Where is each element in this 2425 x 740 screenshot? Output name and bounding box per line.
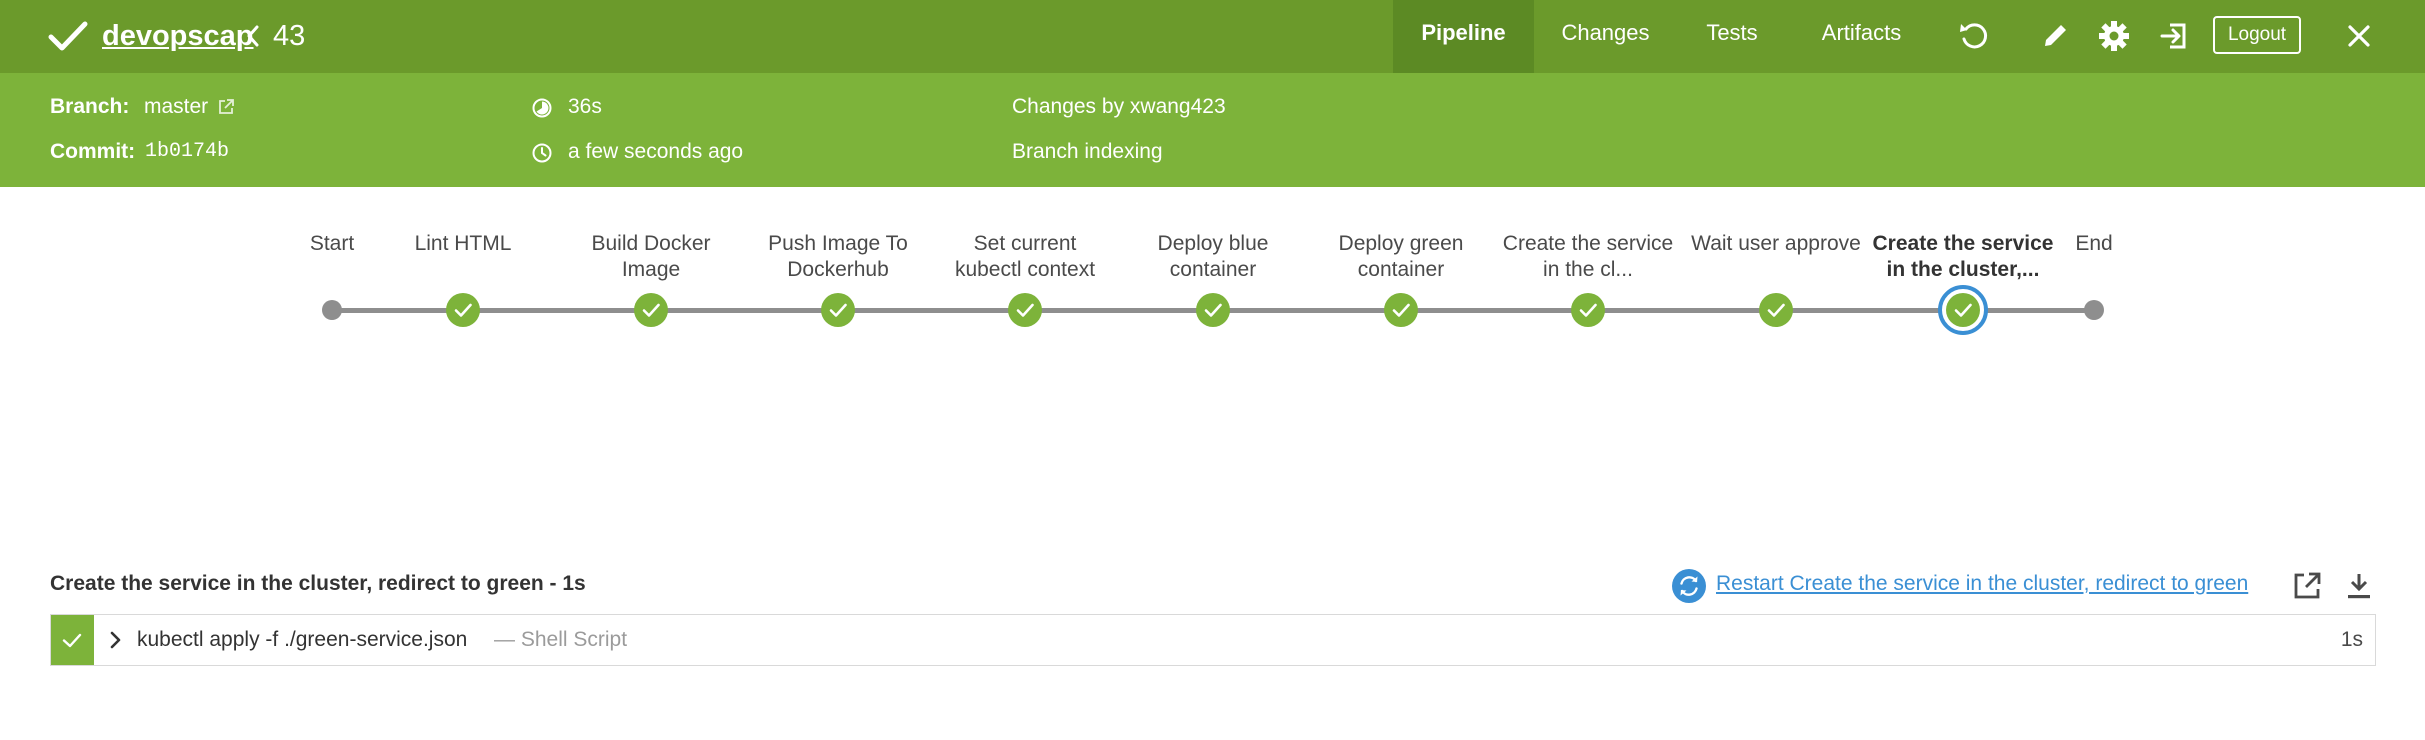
edit-icon[interactable] xyxy=(2037,18,2073,54)
run-cause: Branch indexing xyxy=(1012,140,1163,163)
stage-node-set-kubectl-context[interactable] xyxy=(1007,292,1043,328)
stage-node-start xyxy=(322,300,342,320)
log-step-command: kubectl apply -f ./green-service.json xyxy=(137,628,468,651)
stage-label-lint-html[interactable]: Lint HTML xyxy=(368,231,558,257)
log-step-type: — Shell Script xyxy=(494,628,628,651)
tab-pipeline[interactable]: Pipeline xyxy=(1393,0,1534,73)
check-icon xyxy=(62,633,82,648)
tab-artifacts[interactable]: Artifacts xyxy=(1808,0,1915,73)
log-step-status xyxy=(51,615,94,665)
branch-value[interactable]: master xyxy=(144,93,208,121)
stage-node-push-image[interactable] xyxy=(820,292,856,328)
changes-by: Changes by xwang423 xyxy=(1012,95,1226,118)
stage-label-create-service-1[interactable]: Create the service in the cl... xyxy=(1493,231,1683,283)
stage-node-create-service-2-selected[interactable] xyxy=(1938,285,1988,335)
stage-label-end: End xyxy=(2075,232,2113,255)
commit-label: Commit: xyxy=(50,140,136,163)
stage-label-deploy-green[interactable]: Deploy green container xyxy=(1306,231,1496,283)
open-external-icon[interactable] xyxy=(2291,570,2323,602)
commit-value[interactable]: 1b0174b xyxy=(145,138,229,166)
restart-icon[interactable] xyxy=(1671,568,1707,604)
run-info-bar: Branch: master Commit: 1b0174b 36s a few… xyxy=(0,73,2425,187)
close-icon[interactable] xyxy=(2341,18,2377,54)
chevron-right-icon[interactable] xyxy=(107,630,125,650)
check-icon xyxy=(48,21,88,51)
exit-classic-icon[interactable] xyxy=(2156,18,2192,54)
top-bar: devopscap 43 Pipeline Changes Tests Arti… xyxy=(0,0,2425,73)
clock-icon xyxy=(532,143,552,163)
log-step-duration: 1s xyxy=(2340,628,2363,651)
gear-icon[interactable] xyxy=(2096,18,2132,54)
restart-stage-link[interactable]: Restart Create the service in the cluste… xyxy=(1716,570,2248,598)
duration-icon xyxy=(532,98,552,118)
stage-node-end xyxy=(2084,300,2104,320)
external-link-icon[interactable] xyxy=(216,97,236,117)
stage-label-push-image[interactable]: Push Image To Dockerhub xyxy=(743,231,933,283)
step-detail-title: Create the service in the cluster, redir… xyxy=(50,572,586,595)
stage-label-wait-user-approve[interactable]: Wait user approve xyxy=(1681,231,1871,257)
stage-node-create-service-1[interactable] xyxy=(1570,292,1606,328)
stage-node-deploy-green[interactable] xyxy=(1383,292,1419,328)
stage-label-deploy-blue[interactable]: Deploy blue container xyxy=(1118,231,1308,283)
download-icon[interactable] xyxy=(2343,570,2375,602)
stage-node-build-docker-image[interactable] xyxy=(633,292,669,328)
stage-node-lint-html[interactable] xyxy=(445,292,481,328)
duration-value: 36s xyxy=(568,95,602,118)
tab-changes[interactable]: Changes xyxy=(1548,0,1663,73)
stage-label-build-docker-image[interactable]: Build Docker Image xyxy=(556,231,746,283)
pipeline-name-link[interactable]: devopscap xyxy=(102,18,254,54)
stage-label-set-kubectl-context[interactable]: Set current kubectl context xyxy=(930,231,1120,283)
chevron-left-icon xyxy=(247,25,259,47)
stage-node-deploy-blue[interactable] xyxy=(1195,292,1231,328)
time-ago: a few seconds ago xyxy=(568,140,744,163)
logout-button[interactable]: Logout xyxy=(2213,16,2301,54)
log-step-row[interactable]: kubectl apply -f ./green-service.json — … xyxy=(50,614,2376,666)
run-number: 43 xyxy=(273,20,306,52)
rerun-icon[interactable] xyxy=(1956,18,1992,54)
tab-tests[interactable]: Tests xyxy=(1692,0,1772,73)
branch-label: Branch: xyxy=(50,95,130,118)
stage-node-wait-user-approve[interactable] xyxy=(1758,292,1794,328)
